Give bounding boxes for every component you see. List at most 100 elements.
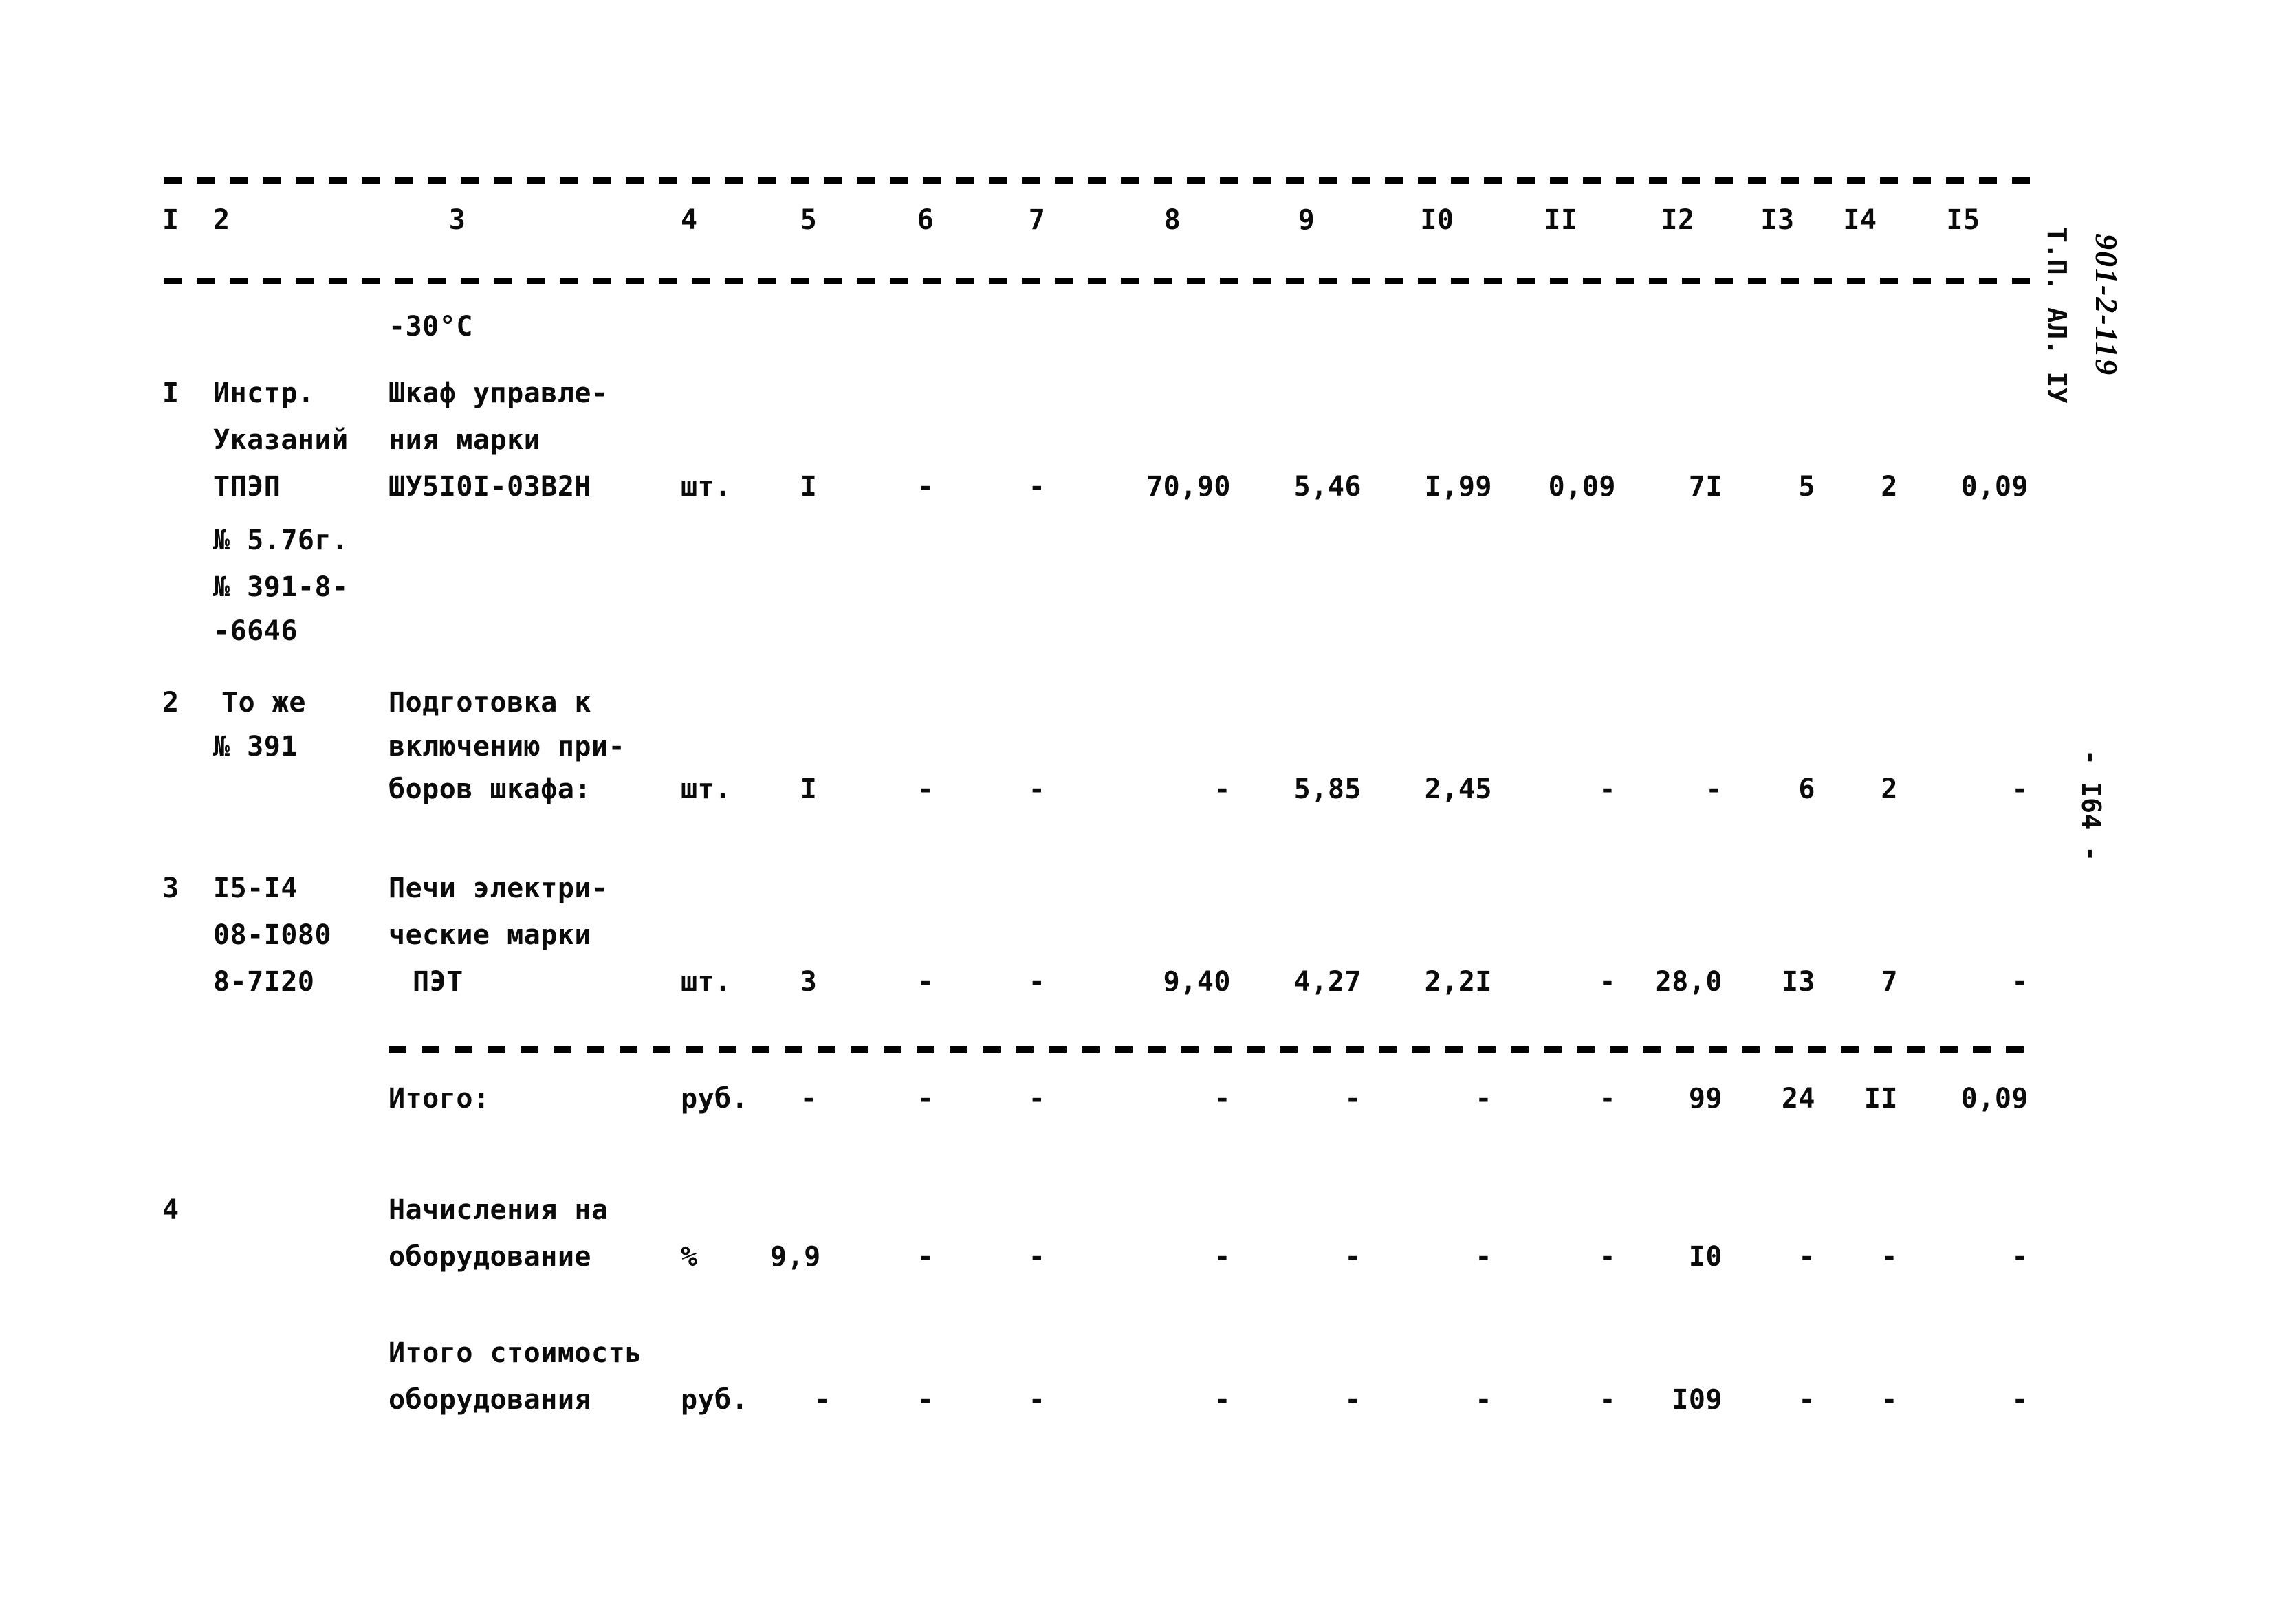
grand-total-col11: - bbox=[1599, 1384, 1616, 1416]
row-1-qty: I bbox=[800, 471, 818, 503]
row-2-col12: - bbox=[1705, 773, 1723, 805]
row-1-col10: I,99 bbox=[1424, 471, 1492, 503]
surcharge-col11: - bbox=[1599, 1241, 1616, 1273]
surcharge-col9: - bbox=[1344, 1241, 1362, 1273]
column-header-6: 6 bbox=[917, 204, 934, 236]
row-3-unit: шт. bbox=[681, 966, 732, 998]
row-3-col6: - bbox=[917, 966, 934, 998]
grand-total-col14: - bbox=[1881, 1384, 1898, 1416]
subtotal-col8: - bbox=[1214, 1083, 1231, 1115]
carryover-note: -30°C bbox=[389, 311, 473, 342]
subtotal-col7: - bbox=[1028, 1083, 1046, 1115]
row-3-ref-line-3: 8-7I20 bbox=[213, 966, 315, 998]
row-1-col6: - bbox=[917, 471, 934, 503]
column-header-15: I5 bbox=[1946, 204, 1980, 236]
row-3-col9: 4,27 bbox=[1293, 966, 1362, 998]
row-1-col8: 70,90 bbox=[1146, 471, 1231, 503]
surcharge-col13: - bbox=[1798, 1241, 1815, 1273]
column-header-11: II bbox=[1544, 204, 1578, 236]
row-2-col9: 5,85 bbox=[1293, 773, 1362, 805]
column-header-10: I0 bbox=[1420, 204, 1454, 236]
subtotal-col9: - bbox=[1344, 1083, 1362, 1115]
row-3-col8: 9,40 bbox=[1163, 966, 1231, 998]
row-2-name-line-1: Подготовка к bbox=[389, 687, 591, 718]
row-2-col11: - bbox=[1599, 773, 1616, 805]
row-2-number: 2 bbox=[162, 687, 179, 718]
subtotal-col11: - bbox=[1599, 1083, 1616, 1115]
row-3-ref-line-2: 08-I080 bbox=[213, 919, 332, 951]
row-1-number: I bbox=[162, 377, 179, 409]
column-header-9: 9 bbox=[1298, 204, 1315, 236]
row-1-col11: 0,09 bbox=[1548, 471, 1616, 503]
surcharge-col12: I0 bbox=[1688, 1241, 1723, 1273]
row-2-col7: - bbox=[1028, 773, 1046, 805]
row-3-name-line-2: ческие марки bbox=[389, 919, 591, 951]
grand-total-name-line-2: оборудования bbox=[389, 1384, 591, 1416]
row-2-col15: - bbox=[2011, 773, 2029, 805]
row-2-col6: - bbox=[917, 773, 934, 805]
row-1-name-line-3: ШУ5I0I-03В2Н bbox=[389, 471, 591, 503]
row-3-col14: 7 bbox=[1881, 966, 1898, 998]
scanned-page: I 2 3 4 5 6 7 8 9 I0 II I2 I3 I4 I5 -30°… bbox=[0, 0, 2274, 1624]
subtotal-col13: 24 bbox=[1781, 1083, 1815, 1115]
row-3-col15: - bbox=[2011, 966, 2029, 998]
margin-handwritten-mark: 901-2-119 bbox=[2089, 234, 2124, 377]
grand-total-col8: - bbox=[1214, 1384, 1231, 1416]
subtotal-unit: руб. bbox=[681, 1083, 749, 1115]
row-1-ref-line-5: № 391-8- bbox=[213, 571, 349, 603]
row-3-name-line-1: Печи электри- bbox=[389, 873, 609, 904]
table-top-rule bbox=[164, 177, 2031, 184]
row-1-ref-line-6: -6646 bbox=[213, 615, 298, 647]
row-2-qty: I bbox=[800, 773, 818, 805]
page-number: - I64 - bbox=[2076, 749, 2106, 862]
row-1-name-line-2: ния марки bbox=[389, 424, 541, 456]
subtotal-col14: II bbox=[1863, 1083, 1898, 1115]
column-header-7: 7 bbox=[1028, 204, 1046, 236]
surcharge-col8: - bbox=[1214, 1241, 1231, 1273]
surcharge-unit: % bbox=[681, 1241, 698, 1273]
surcharge-number: 4 bbox=[162, 1194, 179, 1226]
surcharge-col7: - bbox=[1028, 1241, 1046, 1273]
grand-total-name-line-1: Итого стоимость bbox=[389, 1337, 642, 1369]
row-3-qty: 3 bbox=[800, 966, 818, 998]
surcharge-name-line-1: Начисления на bbox=[389, 1194, 609, 1226]
row-1-ref-line-1: Инстр. bbox=[213, 377, 315, 409]
row-2-col14: 2 bbox=[1881, 773, 1898, 805]
row-2-col13: 6 bbox=[1798, 773, 1815, 805]
table-header-rule bbox=[164, 278, 2031, 284]
grand-total-col13: - bbox=[1798, 1384, 1815, 1416]
row-2-col10: 2,45 bbox=[1424, 773, 1492, 805]
row-2-ref-line-2: № 391 bbox=[213, 731, 298, 762]
row-1-col7: - bbox=[1028, 471, 1046, 503]
surcharge-name-line-2: оборудование bbox=[389, 1241, 591, 1273]
grand-total-col5: - bbox=[813, 1384, 831, 1416]
column-header-1: I bbox=[162, 204, 179, 236]
subtotal-col12: 99 bbox=[1688, 1083, 1723, 1115]
row-3-name-line-3: ПЭТ bbox=[413, 966, 463, 998]
row-2-ref-line-1: То же bbox=[221, 687, 306, 718]
row-1-name-line-1: Шкаф управле- bbox=[389, 377, 609, 409]
grand-total-col6: - bbox=[917, 1384, 934, 1416]
row-1-col12: 7I bbox=[1688, 471, 1723, 503]
column-header-14: I4 bbox=[1843, 204, 1877, 236]
row-3-ref-line-1: I5-I4 bbox=[213, 873, 298, 904]
subtotal-rule bbox=[389, 1046, 2032, 1053]
row-1-ref-line-3: ТПЭП bbox=[213, 471, 281, 503]
subtotal-col10: - bbox=[1475, 1083, 1492, 1115]
grand-total-col9: - bbox=[1344, 1384, 1362, 1416]
row-1-col9: 5,46 bbox=[1293, 471, 1362, 503]
column-header-2: 2 bbox=[213, 204, 230, 236]
surcharge-col6: - bbox=[917, 1241, 934, 1273]
row-3-col7: - bbox=[1028, 966, 1046, 998]
row-3-col12: 28,0 bbox=[1654, 966, 1723, 998]
row-1-col15: 0,09 bbox=[1960, 471, 2029, 503]
subtotal-col15: 0,09 bbox=[1960, 1083, 2029, 1115]
row-2-unit: шт. bbox=[681, 773, 732, 805]
row-3-col13: I3 bbox=[1781, 966, 1815, 998]
grand-total-col10: - bbox=[1475, 1384, 1492, 1416]
surcharge-col10: - bbox=[1475, 1241, 1492, 1273]
grand-total-unit: руб. bbox=[681, 1384, 749, 1416]
row-1-unit: шт. bbox=[681, 471, 732, 503]
subtotal-label: Итого: bbox=[389, 1083, 490, 1115]
row-2-col8: - bbox=[1214, 773, 1231, 805]
